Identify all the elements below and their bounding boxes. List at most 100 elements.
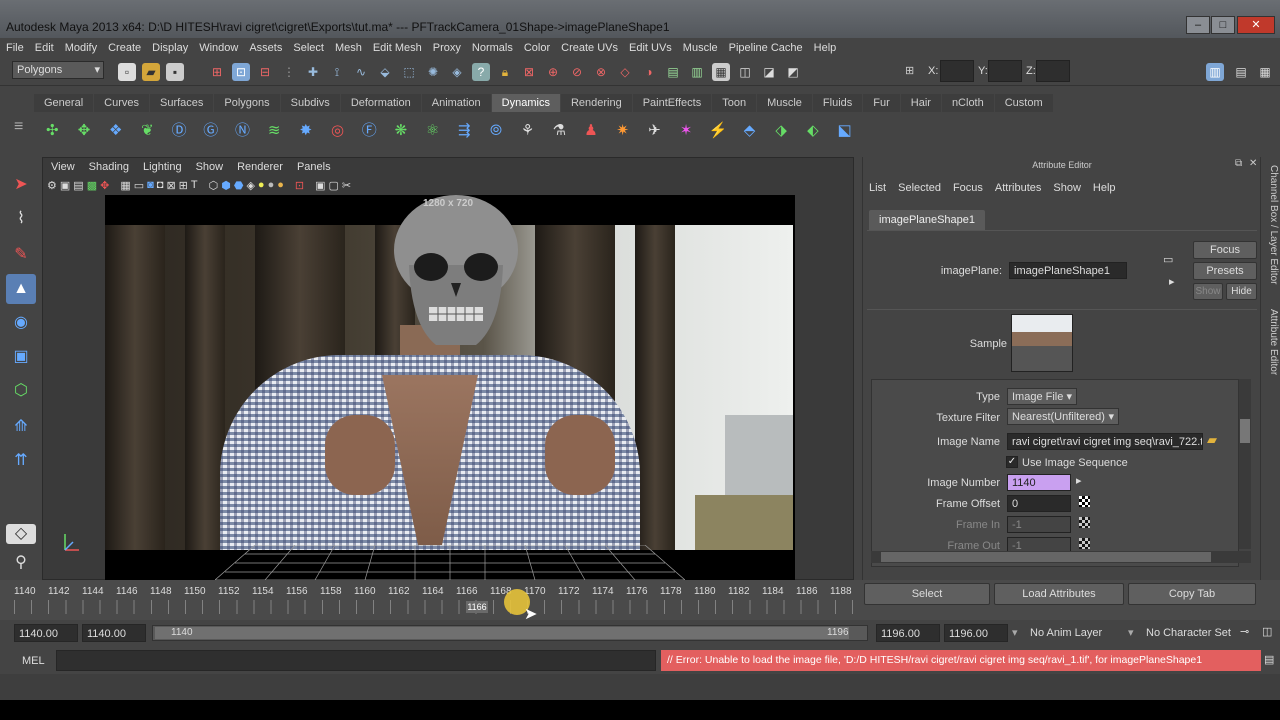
tab-curves[interactable]: Curves xyxy=(94,94,149,112)
field-n-icon[interactable]: Ⓝ xyxy=(230,118,255,144)
transform-mode-icon[interactable]: ⊞ xyxy=(905,64,914,77)
animation-start-field[interactable]: 1140.00 xyxy=(14,624,78,642)
ae-menu-help[interactable]: Help xyxy=(1093,182,1116,194)
ae-menu-attributes[interactable]: Attributes xyxy=(995,182,1041,194)
render-frame-icon[interactable]: ◫ xyxy=(736,63,754,81)
z-field[interactable] xyxy=(1036,60,1070,82)
imageplane-field[interactable]: imagePlaneShape1 xyxy=(1009,262,1127,279)
tab-general[interactable]: General xyxy=(34,94,94,112)
resolution-gate-icon[interactable]: ◙ xyxy=(147,179,154,191)
folder-icon[interactable]: ▰ xyxy=(1207,432,1217,448)
soft-body-icon[interactable]: ⬖ xyxy=(801,118,826,144)
tab-rendering[interactable]: Rendering xyxy=(560,94,632,112)
instancer-icon[interactable]: ⬕ xyxy=(832,118,857,144)
input-connection-icon[interactable]: ▭ xyxy=(1163,253,1173,266)
output-connection-icon[interactable]: ▸ xyxy=(1169,275,1175,288)
presets-button[interactable]: Presets xyxy=(1193,262,1257,280)
ae-menu-selected[interactable]: Selected xyxy=(898,182,941,194)
close-button[interactable]: ✕ xyxy=(1237,16,1275,34)
turbulence-icon[interactable]: ❋ xyxy=(389,118,414,144)
range-slider[interactable]: 1140 1196 xyxy=(152,625,868,641)
lock-icon[interactable]: 🔒︎ xyxy=(496,63,514,81)
range-handle[interactable] xyxy=(155,627,849,639)
new-scene-icon[interactable]: ▫ xyxy=(118,63,136,81)
tab-dynamics[interactable]: Dynamics xyxy=(491,94,560,112)
panel-menu-panels[interactable]: Panels xyxy=(297,161,331,173)
menu-assets[interactable]: Assets xyxy=(249,42,282,54)
chevron-down-icon[interactable]: ▾ xyxy=(1012,626,1018,639)
menu-help[interactable]: Help xyxy=(814,42,837,54)
textured-icon[interactable]: ◈ xyxy=(246,179,254,192)
field-f-icon[interactable]: Ⓕ xyxy=(357,118,382,144)
sidebar-toggle-icon[interactable]: ▥ xyxy=(1206,63,1224,81)
connect-icon[interactable]: ⇶ xyxy=(452,118,477,144)
mask-deform-icon[interactable]: ⬚ xyxy=(400,63,418,81)
open-scene-icon[interactable]: ▰ xyxy=(142,63,160,81)
menu-select[interactable]: Select xyxy=(293,42,324,54)
image-name-field[interactable]: ravi cigret\ravi cigret img seq\ravi_722… xyxy=(1007,433,1203,450)
copy-tab-button[interactable]: Copy Tab xyxy=(1128,583,1256,605)
collide-icon[interactable]: ◎ xyxy=(325,118,350,144)
omni-emitter-icon[interactable]: ❖ xyxy=(103,118,128,144)
snap-point-icon[interactable]: ⊗ xyxy=(592,63,610,81)
tab-surfaces[interactable]: Surfaces xyxy=(149,94,214,112)
gate-mask-icon[interactable]: ◘ xyxy=(157,179,164,191)
show-button[interactable]: Show xyxy=(1193,283,1223,300)
select-hierarchy-icon[interactable]: ⊞ xyxy=(208,63,226,81)
select-component-icon[interactable]: ⊟ xyxy=(256,63,274,81)
safe-title-icon[interactable]: T xyxy=(191,179,198,191)
panel-menu-show[interactable]: Show xyxy=(196,161,224,173)
panel-menu-renderer[interactable]: Renderer xyxy=(237,161,283,173)
universal-manip-icon[interactable]: ⬡ xyxy=(6,376,36,406)
frame-in-field[interactable]: -1 xyxy=(1007,516,1071,533)
y-field[interactable] xyxy=(988,60,1022,82)
menu-muscle[interactable]: Muscle xyxy=(683,42,718,54)
layout-icon[interactable]: ▤ xyxy=(1232,63,1250,81)
field-chart-icon[interactable]: ⊠ xyxy=(166,179,175,192)
animation-prefs-icon[interactable]: ◫ xyxy=(1262,625,1272,638)
vertical-scrollbar[interactable] xyxy=(1239,379,1251,549)
anim-layer-select[interactable]: No Anim Layer xyxy=(1030,627,1102,639)
menu-normals[interactable]: Normals xyxy=(472,42,513,54)
history-icon[interactable]: ▤ xyxy=(664,63,682,81)
mask-misc-icon[interactable]: ? xyxy=(472,63,490,81)
image-plane-icon[interactable]: ▩ xyxy=(87,179,97,192)
radial-field-icon[interactable]: ✸ xyxy=(294,118,319,144)
2d-pan-icon[interactable]: ✥ xyxy=(100,179,109,192)
particle-tool-icon[interactable]: ✣ xyxy=(40,118,65,144)
menu-create-uvs[interactable]: Create UVs xyxy=(561,42,618,54)
mel-label[interactable]: MEL xyxy=(22,655,45,667)
high-quality-icon[interactable]: ● xyxy=(277,179,284,191)
film-gate-icon[interactable]: ▭ xyxy=(134,179,144,192)
menu-edit-uvs[interactable]: Edit UVs xyxy=(629,42,672,54)
mask-surface-icon[interactable]: ⬙ xyxy=(376,63,394,81)
tool-settings-icon[interactable]: ▦ xyxy=(1256,63,1274,81)
field-g-icon[interactable]: Ⓖ xyxy=(198,118,223,144)
render-settings-icon[interactable]: ◩ xyxy=(784,63,802,81)
map-texture-icon[interactable] xyxy=(1079,517,1090,528)
input-ops-icon[interactable]: ▥ xyxy=(688,63,706,81)
ipr-render-icon[interactable]: ◪ xyxy=(760,63,778,81)
shadows-icon[interactable]: ● xyxy=(268,179,275,191)
layout-single-icon[interactable]: ◇ xyxy=(6,524,36,544)
menu-window[interactable]: Window xyxy=(199,42,238,54)
minimize-button[interactable]: – xyxy=(1186,16,1210,34)
lasso-tool-icon[interactable]: ⌇ xyxy=(6,204,36,234)
surface-flow-icon[interactable]: ⬗ xyxy=(769,118,794,144)
load-attributes-button[interactable]: Load Attributes xyxy=(994,583,1124,605)
save-scene-icon[interactable]: ▪ xyxy=(166,63,184,81)
curve-emitter-icon[interactable]: ❦ xyxy=(135,118,160,144)
channel-box-tab[interactable]: Channel Box / Layer Editor xyxy=(1263,165,1279,285)
goal-icon[interactable]: ⦾ xyxy=(484,118,509,144)
menu-edit[interactable]: Edit xyxy=(35,42,54,54)
tab-toon[interactable]: Toon xyxy=(712,94,757,112)
bowling-icon[interactable]: ⚘ xyxy=(515,118,540,144)
soft-mod-icon[interactable]: ⟰ xyxy=(6,412,36,442)
hud-icon[interactable]: ✂ xyxy=(342,179,351,192)
tab-polygons[interactable]: Polygons xyxy=(214,94,280,112)
menu-file[interactable]: File xyxy=(6,42,24,54)
wireframe-icon[interactable]: ⬡ xyxy=(209,179,219,192)
fire-icon[interactable]: ✷ xyxy=(610,118,635,144)
isolate-select-icon[interactable]: ⊡ xyxy=(295,179,304,192)
focus-button[interactable]: Focus xyxy=(1193,241,1257,259)
